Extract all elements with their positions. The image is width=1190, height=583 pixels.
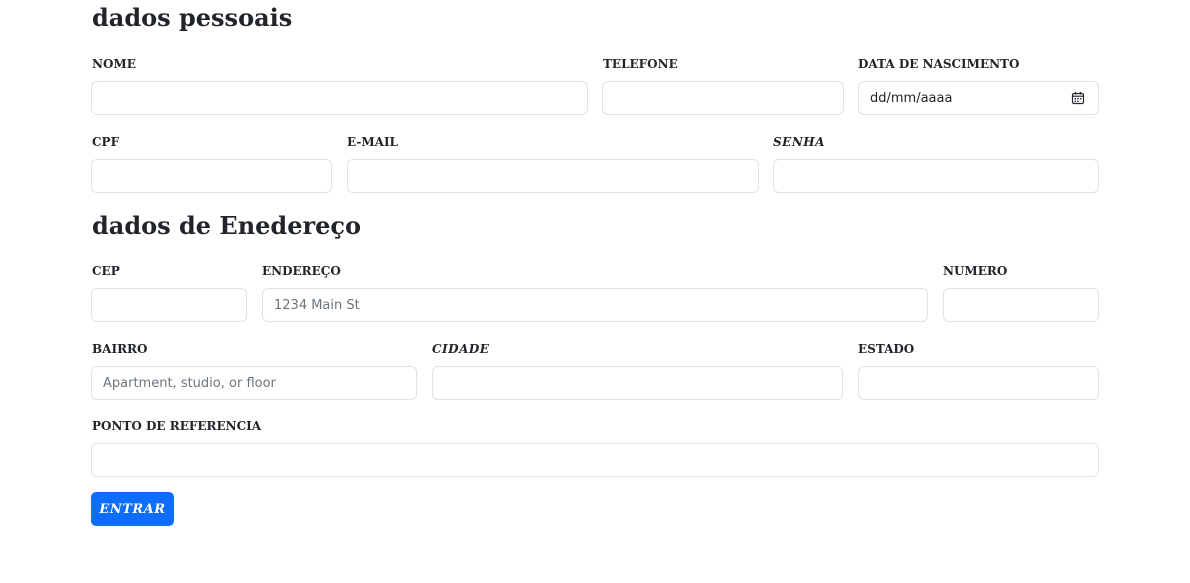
cpf-input[interactable] (91, 159, 332, 193)
telefone-label: TELEFONE (603, 57, 678, 71)
nascimento-date-value: dd/mm/aaaa (870, 90, 953, 106)
referencia-label: PONTO DE REFERENCIA (92, 419, 262, 433)
endereco-input[interactable] (262, 288, 928, 322)
numero-input[interactable] (943, 288, 1099, 322)
cep-input[interactable] (91, 288, 247, 322)
cidade-label: CIDADE (432, 342, 490, 356)
referencia-input[interactable] (91, 443, 1099, 477)
nascimento-date-input[interactable]: dd/mm/aaaa (858, 81, 1099, 115)
endereco-label: ENDEREÇO (262, 264, 341, 278)
estado-input[interactable] (858, 366, 1099, 400)
cidade-input[interactable] (432, 366, 843, 400)
numero-label: NUMERO (943, 264, 1008, 278)
cpf-label: CPF (92, 135, 120, 149)
personal-section-title: dados pessoais (92, 3, 293, 32)
nome-label: NOME (92, 57, 136, 71)
senha-input[interactable] (773, 159, 1099, 193)
cep-label: CEP (92, 264, 120, 278)
nascimento-label: DATA DE NASCIMENTO (858, 57, 1020, 71)
bairro-label: BAIRRO (92, 342, 148, 356)
email-label: E-MAIL (347, 135, 398, 149)
address-section-title: dados de Enedereço (92, 211, 361, 240)
email-input[interactable] (347, 159, 759, 193)
telefone-input[interactable] (602, 81, 844, 115)
estado-label: ESTADO (858, 342, 915, 356)
calendar-icon[interactable] (1071, 91, 1085, 105)
nome-input[interactable] (91, 81, 588, 115)
entrar-button[interactable]: ENTRAR (91, 492, 174, 526)
senha-label: SENHA (773, 135, 825, 149)
bairro-input[interactable] (91, 366, 417, 400)
